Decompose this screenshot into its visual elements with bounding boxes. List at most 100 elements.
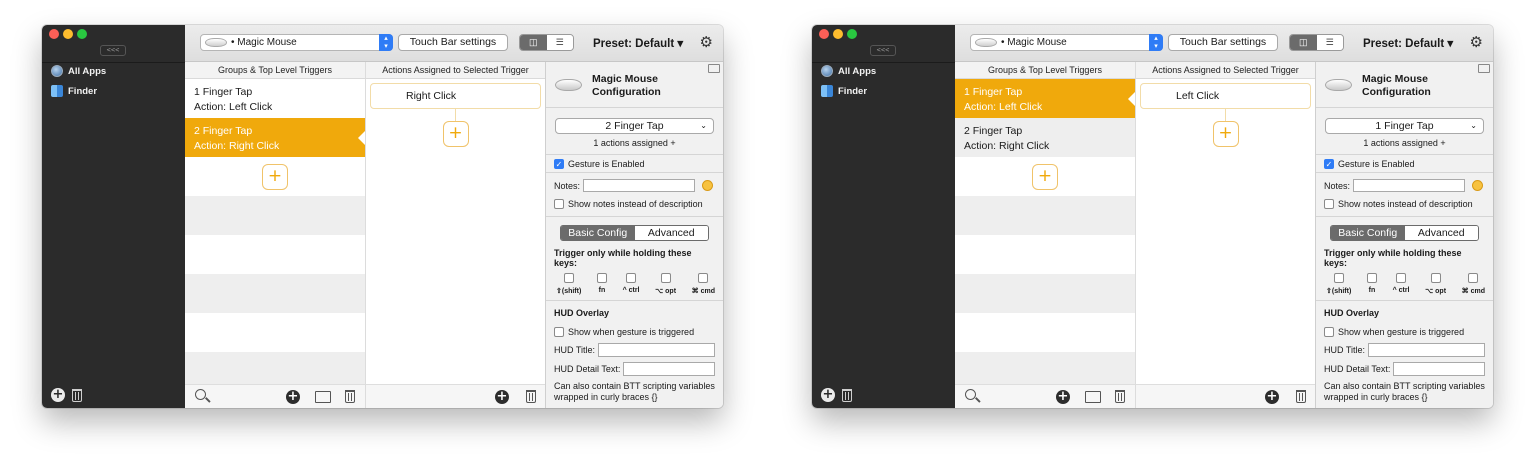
add-trigger-circle-button[interactable]: + — [286, 390, 300, 404]
tab-advanced[interactable]: Advanced — [1404, 226, 1478, 240]
tab-advanced[interactable]: Advanced — [634, 226, 708, 240]
gear-icon[interactable]: ⚙ — [700, 33, 713, 51]
modifier-cmd[interactable]: ⌘ cmd — [1462, 273, 1485, 295]
tab-basic-config[interactable]: Basic Config — [561, 226, 635, 240]
add-app-button[interactable]: + — [821, 388, 835, 402]
sidebar-item-all-apps[interactable]: All Apps — [51, 65, 106, 77]
add-action-circle-button[interactable]: + — [495, 390, 509, 404]
minimize-button[interactable] — [833, 29, 843, 39]
checkbox-icon[interactable] — [554, 198, 564, 209]
checkbox-checked-icon[interactable]: ✓ — [1324, 158, 1334, 169]
trash-icon[interactable] — [526, 390, 536, 403]
show-notes-checkbox[interactable]: Show notes instead of description — [1324, 195, 1485, 212]
modifier-opt[interactable]: ⌥ opt — [655, 273, 676, 295]
zoom-button[interactable] — [77, 29, 87, 39]
new-folder-icon[interactable] — [1085, 391, 1101, 403]
checkbox-icon[interactable] — [660, 273, 671, 283]
modifier-fn[interactable]: fn — [596, 273, 607, 295]
add-action-circle-button[interactable]: + — [1265, 390, 1279, 404]
action-card[interactable]: Right Click — [370, 83, 541, 109]
config-tabs[interactable]: Basic Config Advanced — [1330, 225, 1479, 241]
minimize-button[interactable] — [63, 29, 73, 39]
modifier-cmd[interactable]: ⌘ cmd — [692, 273, 715, 295]
touch-bar-settings-button[interactable]: Touch Bar settings — [1168, 34, 1278, 51]
modifier-ctrl[interactable]: ^ ctrl — [623, 273, 640, 295]
add-trigger-button[interactable]: + — [262, 163, 288, 190]
trigger-dropdown[interactable]: 1 Finger Tap ⌄ — [1325, 118, 1484, 134]
checkbox-icon[interactable] — [1324, 326, 1334, 337]
device-select[interactable]: • Magic Mouse ▴ ▾ — [200, 34, 393, 51]
hud-title-field[interactable] — [1368, 342, 1485, 357]
close-button[interactable] — [819, 29, 829, 39]
sidebar-item-finder[interactable]: Finder — [821, 85, 867, 97]
trash-icon[interactable] — [72, 388, 82, 402]
window-icon[interactable] — [1478, 64, 1490, 73]
modifier-fn[interactable]: fn — [1366, 273, 1377, 295]
columns-icon[interactable]: ◫ — [520, 35, 547, 50]
checkbox-icon[interactable] — [554, 326, 564, 337]
sidebar-item-finder[interactable]: Finder — [51, 85, 97, 97]
notes-field[interactable] — [1353, 179, 1466, 192]
collapse-sidebar-button[interactable]: <<< — [100, 45, 126, 56]
trigger-row-selected[interactable]: 2 Finger Tap Action: Right Click — [185, 118, 365, 157]
actions-assigned-count[interactable]: 1 actions assigned + — [554, 138, 715, 148]
close-button[interactable] — [49, 29, 59, 39]
trigger-row-selected[interactable]: 1 Finger Tap Action: Left Click — [955, 79, 1135, 118]
collapse-sidebar-button[interactable]: <<< — [870, 45, 896, 56]
view-mode-segmented[interactable]: ◫ ☰ — [1289, 34, 1344, 51]
gesture-enabled-checkbox[interactable]: ✓ Gesture is Enabled — [554, 155, 715, 172]
checkbox-icon[interactable] — [1468, 273, 1479, 283]
checkbox-icon[interactable] — [596, 273, 607, 283]
add-trigger-button[interactable]: + — [1032, 163, 1058, 190]
config-tabs[interactable]: Basic Config Advanced — [560, 225, 709, 241]
hud-detail-field[interactable] — [1393, 361, 1485, 376]
add-action-button[interactable]: + — [442, 121, 469, 147]
device-select[interactable]: • Magic Mouse ▴ ▾ — [970, 34, 1163, 51]
trash-icon[interactable] — [345, 390, 355, 403]
trigger-row[interactable]: 2 Finger Tap Action: Right Click — [955, 118, 1135, 157]
hud-show-checkbox[interactable]: Show when gesture is triggered — [554, 323, 715, 340]
list-icon[interactable]: ☰ — [546, 35, 573, 50]
trash-icon[interactable] — [842, 388, 852, 402]
action-card[interactable]: Left Click — [1140, 83, 1311, 109]
modifier-shift[interactable]: ⇧(shift) — [556, 273, 581, 295]
add-trigger-circle-button[interactable]: + — [1056, 390, 1070, 404]
checkbox-icon[interactable] — [1430, 273, 1441, 283]
view-mode-segmented[interactable]: ◫ ☰ — [519, 34, 574, 51]
add-action-button[interactable]: + — [1212, 121, 1239, 147]
checkbox-icon[interactable] — [1366, 273, 1377, 283]
hud-show-checkbox[interactable]: Show when gesture is triggered — [1324, 323, 1485, 340]
window-icon[interactable] — [708, 64, 720, 73]
new-folder-icon[interactable] — [315, 391, 331, 403]
modifier-opt[interactable]: ⌥ opt — [1425, 273, 1446, 295]
checkbox-icon[interactable] — [563, 273, 574, 283]
modifier-shift[interactable]: ⇧(shift) — [1326, 273, 1351, 295]
search-icon[interactable] — [965, 389, 976, 400]
touch-bar-settings-button[interactable]: Touch Bar settings — [398, 34, 508, 51]
columns-icon[interactable]: ◫ — [1290, 35, 1317, 50]
sidebar-item-all-apps[interactable]: All Apps — [821, 65, 876, 77]
list-icon[interactable]: ☰ — [1316, 35, 1343, 50]
checkbox-icon[interactable] — [626, 273, 637, 283]
trigger-dropdown[interactable]: 2 Finger Tap ⌄ — [555, 118, 714, 134]
checkbox-icon[interactable] — [1333, 273, 1344, 283]
preset-menu[interactable]: Preset: Default ▾ — [1363, 36, 1453, 50]
hud-detail-field[interactable] — [623, 361, 715, 376]
emoji-picker-icon[interactable] — [702, 180, 714, 191]
trash-icon[interactable] — [1115, 390, 1125, 403]
emoji-picker-icon[interactable] — [1472, 180, 1484, 191]
actions-assigned-count[interactable]: 1 actions assigned + — [1324, 138, 1485, 148]
checkbox-icon[interactable] — [1324, 198, 1334, 209]
search-icon[interactable] — [195, 389, 206, 400]
checkbox-checked-icon[interactable]: ✓ — [554, 158, 564, 169]
gesture-enabled-checkbox[interactable]: ✓ Gesture is Enabled — [1324, 155, 1485, 172]
preset-menu[interactable]: Preset: Default ▾ — [593, 36, 683, 50]
gear-icon[interactable]: ⚙ — [1470, 33, 1483, 51]
tab-basic-config[interactable]: Basic Config — [1331, 226, 1405, 240]
hud-title-field[interactable] — [598, 342, 715, 357]
trash-icon[interactable] — [1296, 390, 1306, 403]
checkbox-icon[interactable] — [698, 273, 709, 283]
notes-field[interactable] — [583, 179, 696, 192]
checkbox-icon[interactable] — [1396, 273, 1407, 283]
modifier-ctrl[interactable]: ^ ctrl — [1393, 273, 1410, 295]
